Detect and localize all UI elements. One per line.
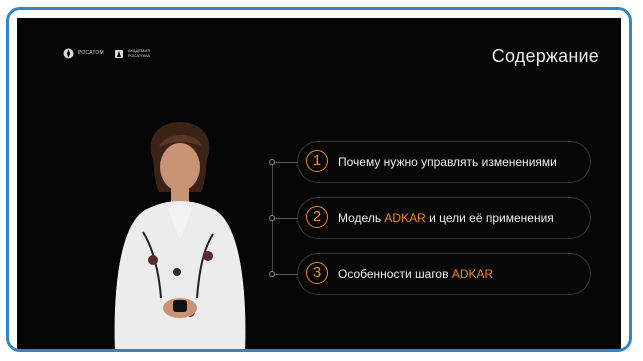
speaker-image [114, 122, 246, 349]
agenda-item-1: 1 Почему нужно управлять изменениями [297, 141, 591, 183]
video-frame: РОСАТОМ АКАДЕМИЯ РОСАТОМА Содержание 1 П… [6, 7, 632, 352]
agenda-item-2-accent: ADKAR [384, 211, 426, 225]
agenda-item-3-number: 3 [306, 262, 328, 284]
rosatom-logo-text: РОСАТОМ [78, 50, 104, 56]
agenda-item-2: 2 Модель ADKAR и цели её применения [297, 197, 591, 239]
agenda-item-2-number: 2 [306, 206, 328, 228]
outline-connector-1 [275, 162, 297, 163]
academy-logo: АКАДЕМИЯ РОСАТОМА [114, 48, 151, 59]
agenda-item-3-text: Особенности шагов ADKAR [338, 267, 493, 281]
agenda-item-3-label: Особенности шагов [338, 267, 452, 281]
outline-connector-3 [275, 274, 297, 275]
outline-connector-2 [275, 218, 297, 219]
rosatom-logo-icon [63, 48, 74, 59]
video-screen[interactable]: РОСАТОМ АКАДЕМИЯ РОСАТОМА Содержание 1 П… [17, 18, 621, 349]
agenda-item-3-accent: ADKAR [451, 267, 494, 281]
agenda-item-1-label: Почему нужно управлять изменениями [338, 155, 557, 169]
agenda-item-2-label-after: и цели её применения [425, 211, 554, 225]
agenda-item-1-number: 1 [306, 150, 328, 172]
academy-logo-text: АКАДЕМИЯ РОСАТОМА [127, 48, 151, 58]
agenda-item-2-text: Модель ADKAR и цели её применения [338, 211, 554, 225]
slide-title: Содержание [491, 46, 599, 66]
academy-logo-line2: РОСАТОМА [127, 52, 151, 58]
header-logos: РОСАТОМ АКАДЕМИЯ РОСАТОМА [63, 48, 150, 59]
agenda-item-3: 3 Особенности шагов ADKAR [297, 253, 591, 295]
academy-logo-icon [114, 49, 123, 58]
agenda-item-2-label: Модель [338, 211, 385, 225]
rosatom-logo: РОСАТОМ [63, 48, 104, 59]
agenda-item-1-text: Почему нужно управлять изменениями [338, 155, 557, 169]
